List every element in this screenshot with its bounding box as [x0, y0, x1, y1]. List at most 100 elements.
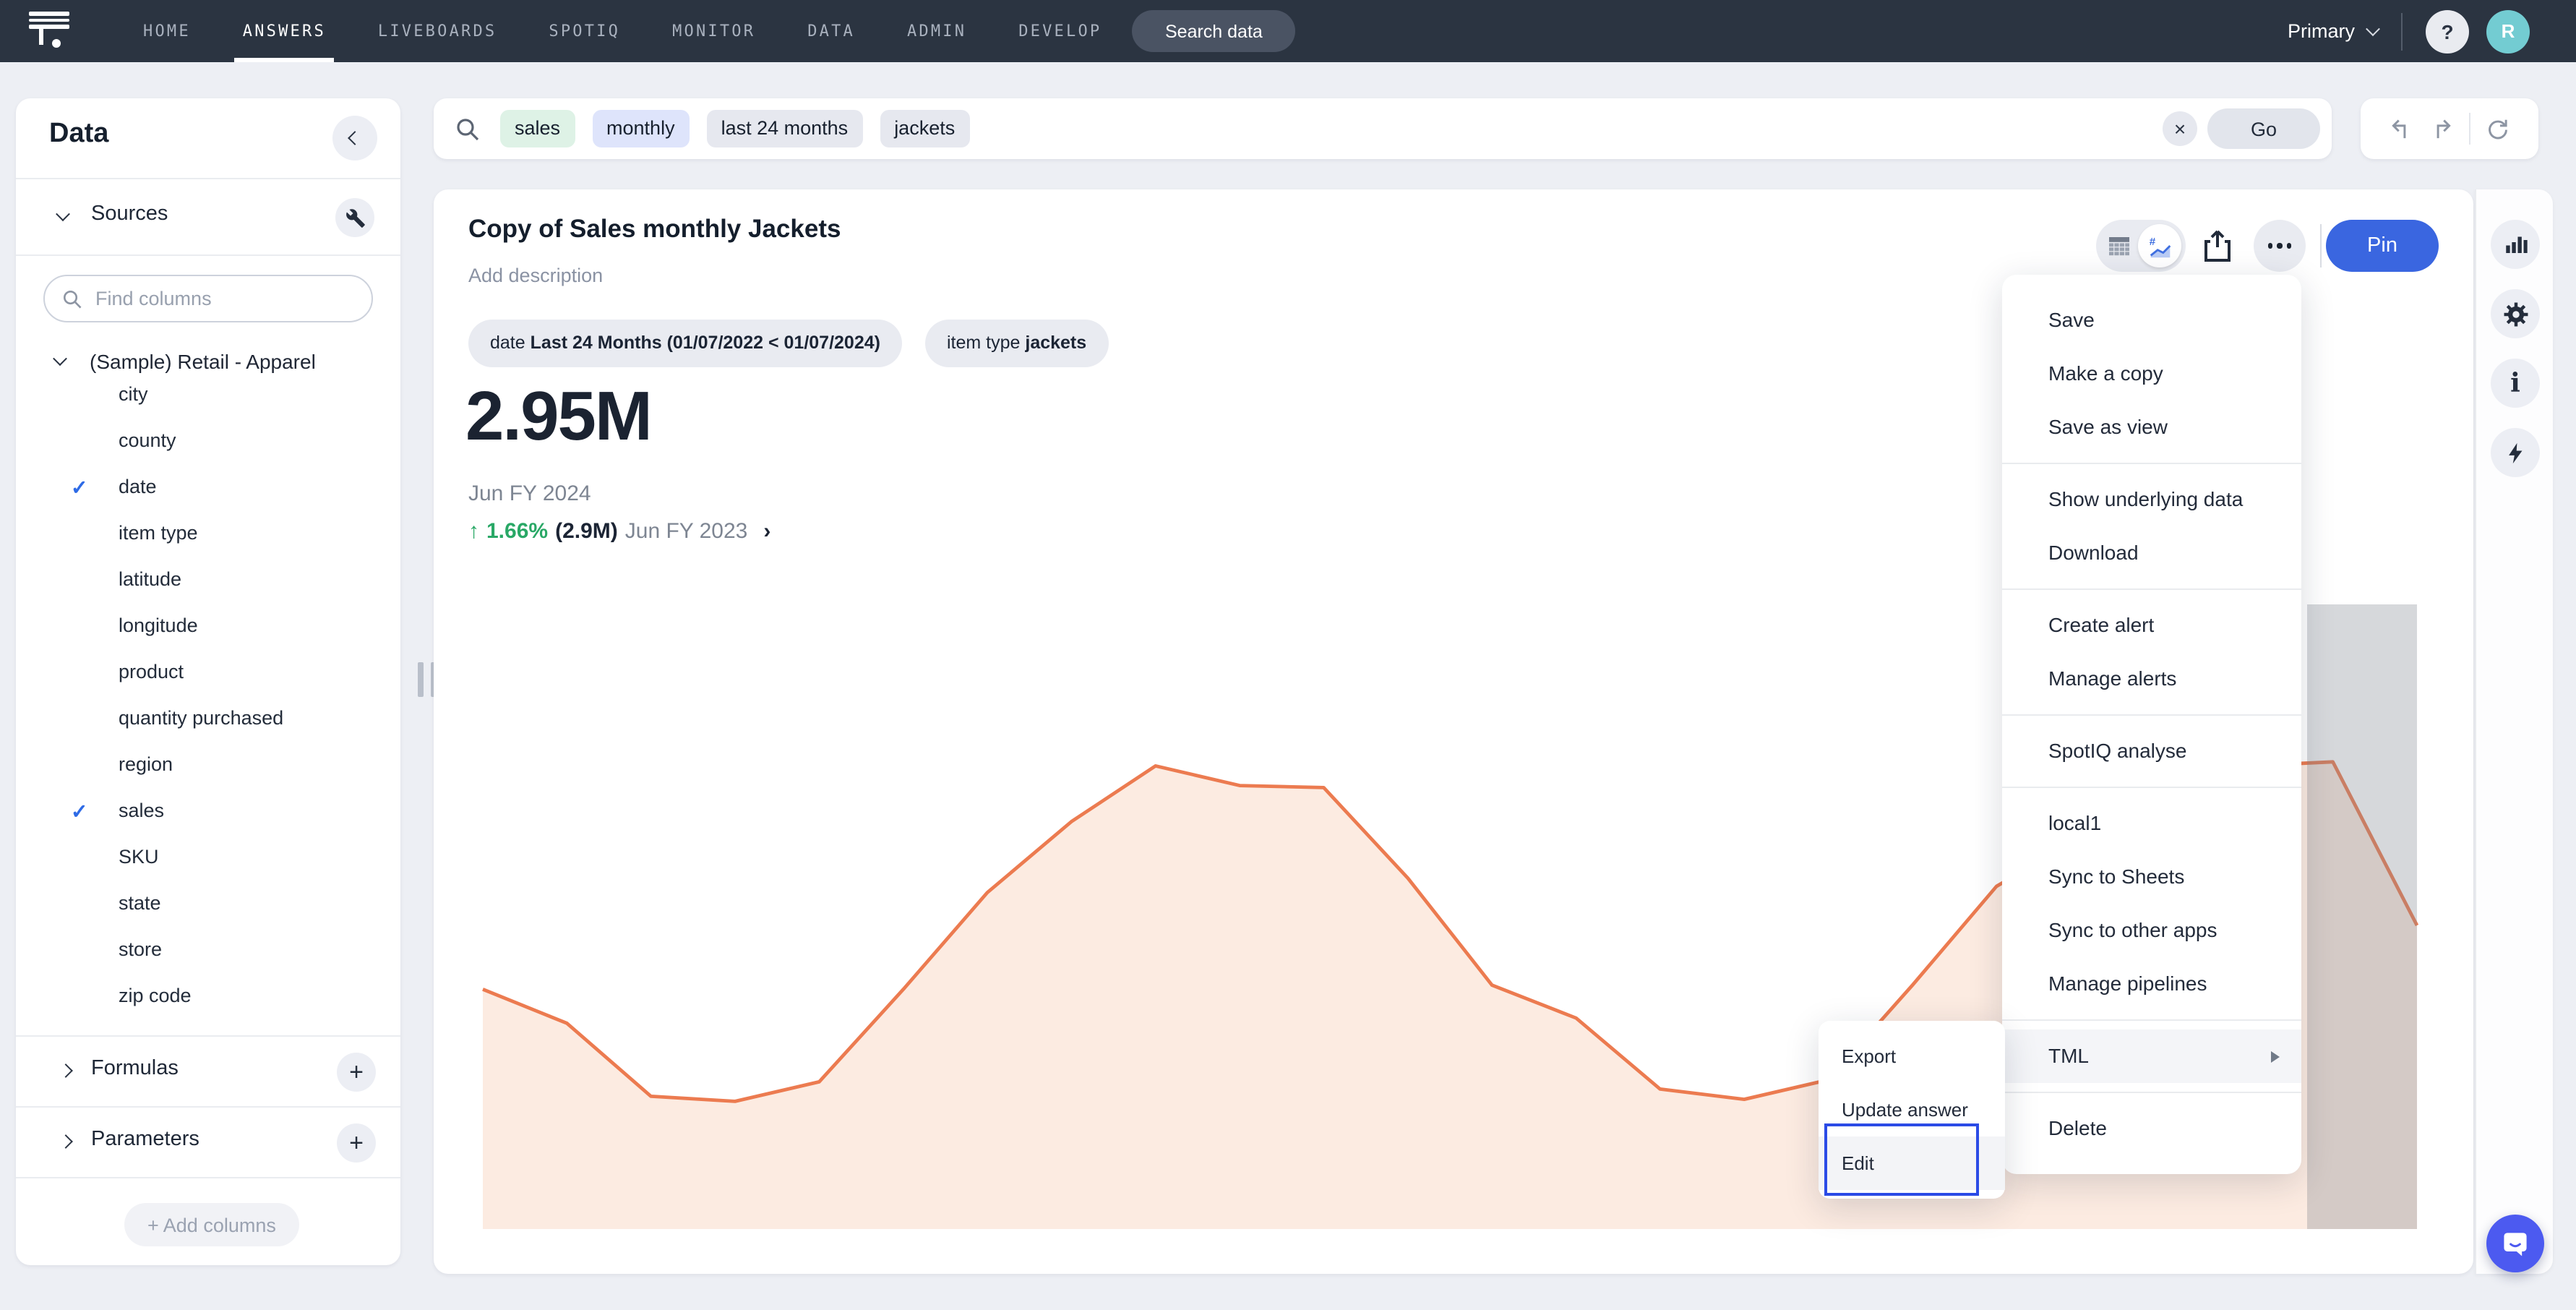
add-parameter-button[interactable]: +: [337, 1123, 376, 1163]
formulas-label: Formulas: [91, 1057, 179, 1080]
column-date[interactable]: ✓date: [16, 466, 400, 512]
nav-item-data[interactable]: DATA: [807, 0, 855, 62]
column-latitude[interactable]: latitude: [16, 558, 400, 604]
column-store[interactable]: store: [16, 928, 400, 975]
more-options-button[interactable]: [2254, 220, 2306, 272]
menu-item-spotiq-analyse[interactable]: SpotIQ analyse: [2002, 724, 2301, 778]
data-panel: Data Sources (Sample) Retail - Apparel: [16, 98, 400, 1265]
answer-title: Copy of Sales monthly Jackets: [468, 214, 841, 244]
column-quantity-purchased[interactable]: quantity purchased: [16, 697, 400, 743]
search-token-last-24-months[interactable]: last 24 months: [707, 110, 863, 147]
undo-button[interactable]: [2388, 116, 2414, 142]
chevron-left-icon: [348, 131, 362, 145]
nav-item-monitor[interactable]: MONITOR: [672, 0, 755, 62]
share-button[interactable]: [2200, 227, 2235, 272]
column-product[interactable]: product: [16, 651, 400, 697]
nav-item-admin[interactable]: ADMIN: [907, 0, 966, 62]
dot: [2277, 244, 2283, 249]
last-point-highlight-band: [2307, 604, 2417, 1229]
check-icon: ✓: [71, 800, 87, 824]
info-icon: i: [2510, 368, 2520, 398]
spotiq-insights-button[interactable]: [2491, 428, 2540, 477]
add-formula-button[interactable]: +: [337, 1053, 376, 1092]
svg-text:#: #: [2149, 235, 2155, 247]
search-token-monthly[interactable]: monthly: [592, 110, 690, 147]
menu-item-sync-to-sheets[interactable]: Sync to Sheets: [2002, 850, 2301, 904]
choose-sources-button[interactable]: [335, 198, 374, 237]
table-view-button[interactable]: [2105, 231, 2134, 267]
submenu-item-export[interactable]: Export: [1819, 1029, 2005, 1083]
details-button[interactable]: i: [2491, 359, 2540, 408]
chevron-down-icon: [2366, 22, 2380, 36]
menu-item-sync-to-other-apps[interactable]: Sync to other apps: [2002, 904, 2301, 957]
nav-item-spotiq[interactable]: SPOTIQ: [549, 0, 620, 62]
submenu-item-update-answer[interactable]: Update answer: [1819, 1083, 2005, 1136]
submenu-item-edit[interactable]: Edit: [1819, 1136, 2005, 1190]
menu-item-show-underlying-data[interactable]: Show underlying data: [2002, 473, 2301, 526]
chart-view-button[interactable]: #: [2138, 224, 2181, 267]
sources-section[interactable]: Sources: [16, 179, 400, 254]
search-data-button[interactable]: Search data: [1132, 10, 1296, 52]
submenu-arrow-icon: [2271, 1050, 2280, 1062]
menu-item-save-as-view[interactable]: Save as view: [2002, 401, 2301, 454]
filter-chip-date[interactable]: date Last 24 Months (01/07/2022 < 01/07/…: [468, 320, 902, 367]
question-icon: ?: [2441, 20, 2453, 43]
search-bar[interactable]: sales monthly last 24 months jackets × G…: [434, 98, 2332, 159]
org-switcher[interactable]: Primary: [2288, 20, 2378, 42]
menu-item-save[interactable]: Save: [2002, 294, 2301, 347]
right-tool-strip: i: [2475, 189, 2553, 1274]
column-state[interactable]: state: [16, 882, 400, 928]
column-region[interactable]: region: [16, 743, 400, 789]
clear-search-button[interactable]: ×: [2163, 111, 2197, 146]
menu-item-manage-alerts[interactable]: Manage alerts: [2002, 652, 2301, 706]
column-longitude[interactable]: longitude: [16, 604, 400, 651]
redo-button[interactable]: [2429, 116, 2455, 142]
kpi-period: Jun FY 2024: [468, 481, 591, 506]
column-city[interactable]: city: [16, 373, 400, 419]
chart-config-button[interactable]: [2491, 220, 2540, 269]
column-county[interactable]: county: [16, 419, 400, 466]
menu-item-make-a-copy[interactable]: Make a copy: [2002, 347, 2301, 401]
column-sales[interactable]: ✓sales: [16, 789, 400, 836]
pin-button[interactable]: Pin: [2326, 220, 2439, 272]
avatar[interactable]: R: [2486, 9, 2530, 53]
add-description[interactable]: Add description: [468, 265, 603, 286]
menu-item-local1[interactable]: local1: [2002, 797, 2301, 850]
help-button[interactable]: ?: [2426, 9, 2469, 53]
nav-item-develop[interactable]: DEVELOP: [1018, 0, 1102, 62]
search-token-sales[interactable]: sales: [500, 110, 575, 147]
menu-item-delete[interactable]: Delete: [2002, 1102, 2301, 1155]
nav-item-home[interactable]: HOME: [143, 0, 191, 62]
nav-item-answers[interactable]: ANSWERS: [243, 0, 326, 62]
find-columns-search[interactable]: [43, 275, 373, 322]
formulas-section[interactable]: Formulas +: [16, 1037, 400, 1106]
menu-item-tml[interactable]: TML: [2002, 1029, 2301, 1083]
column-item-type[interactable]: item type: [16, 512, 400, 558]
search-token-jackets[interactable]: jackets: [880, 110, 969, 147]
menu-item-download[interactable]: Download: [2002, 526, 2301, 580]
primary-nav: HOME ANSWERS LIVEBOARDS SPOTIQ MONITOR D…: [143, 0, 1102, 62]
menu-item-create-alert[interactable]: Create alert: [2002, 599, 2301, 652]
chat-launcher-button[interactable]: [2486, 1215, 2544, 1272]
column-zip-code[interactable]: zip code: [16, 975, 400, 1021]
share-icon: [2200, 227, 2235, 265]
kpi-change-row[interactable]: ↑ 1.66% (2.9M) Jun FY 2023 ›: [468, 519, 770, 544]
nav-item-liveboards[interactable]: LIVEBOARDS: [378, 0, 497, 62]
lightning-icon: [2503, 440, 2528, 465]
collapse-panel-button[interactable]: [332, 116, 377, 160]
filter-chip-item-type[interactable]: item type jackets: [925, 320, 1108, 367]
columns-list: city county ✓date item type latitude lon…: [16, 373, 400, 1021]
column-sku[interactable]: SKU: [16, 836, 400, 882]
nav-divider: [2401, 12, 2403, 50]
search-icon: [62, 288, 82, 309]
go-button[interactable]: Go: [2207, 108, 2320, 149]
parameters-section[interactable]: Parameters +: [16, 1108, 400, 1177]
chevron-down-icon: [53, 351, 67, 366]
reset-button[interactable]: [2485, 116, 2511, 142]
thoughtspot-logo-icon[interactable]: [29, 12, 72, 52]
dot: [2287, 244, 2292, 249]
menu-item-manage-pipelines[interactable]: Manage pipelines: [2002, 957, 2301, 1011]
find-columns-input[interactable]: [95, 288, 341, 309]
add-columns-button[interactable]: + Add columns: [124, 1203, 299, 1246]
settings-button[interactable]: [2491, 289, 2540, 338]
